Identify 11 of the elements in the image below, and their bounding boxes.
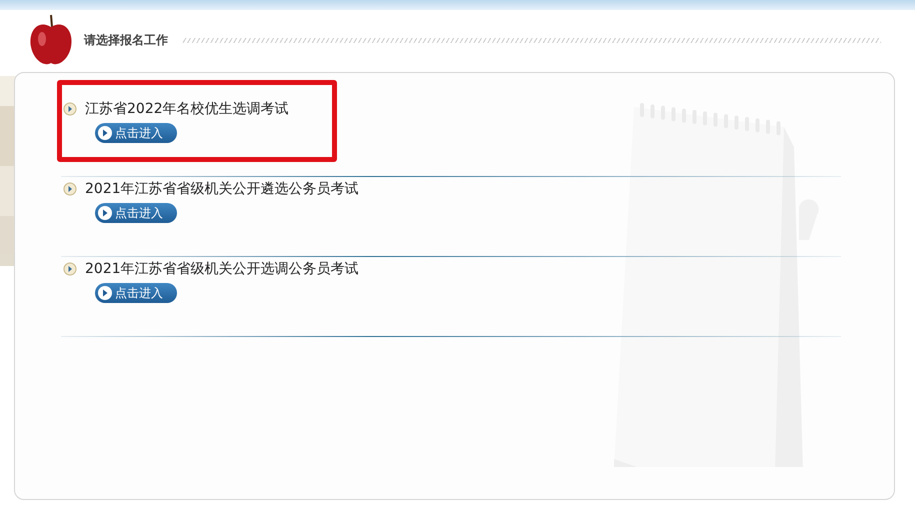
bullet-icon	[63, 102, 77, 116]
exam-title: 2021年江苏省省级机关公开遴选公务员考试	[85, 180, 359, 198]
enter-button[interactable]: 点击进入	[95, 283, 177, 303]
section-title: 请选择报名工作	[84, 32, 168, 48]
apple-icon	[28, 13, 74, 67]
bullet-icon	[63, 182, 77, 196]
bullet-icon	[63, 262, 77, 276]
enter-button[interactable]: 点击进入	[95, 123, 177, 143]
enter-button[interactable]: 点击进入	[95, 203, 177, 223]
exam-title: 江苏省2022年名校优生选调考试	[85, 100, 289, 118]
exam-title: 2021年江苏省省级机关公开选调公务员考试	[85, 260, 359, 278]
